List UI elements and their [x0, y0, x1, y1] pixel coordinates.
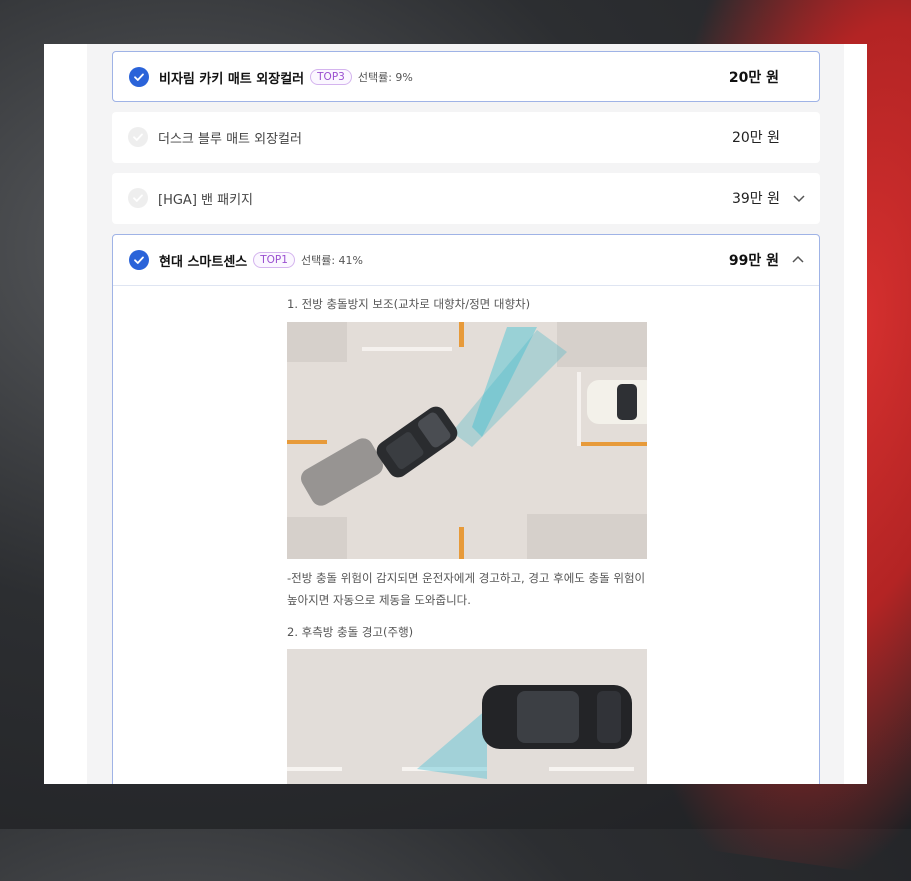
- option-item-dusk-blue[interactable]: 더스크 블루 매트 외장컬러 20만 원: [112, 112, 820, 163]
- selection-rate: 선택률: 41%: [300, 254, 363, 267]
- option-label: 현대 스마트센스 TOP1 선택률: 41%: [159, 251, 363, 270]
- forward-collision-illustration: [287, 322, 647, 559]
- option-name: [HGA] 밴 패키지: [158, 192, 253, 208]
- chevron-down-icon[interactable]: [792, 191, 806, 205]
- options-panel: 비자림 카키 매트 외장컬러 TOP3 선택률: 9% 20만 원 더스크 블루…: [87, 44, 844, 784]
- feature-title: 1. 전방 충돌방지 보조(교차로 대향차/정면 대향차): [287, 297, 531, 311]
- feature-description: -전방 충돌 위험이 감지되면 운전자에게 경고하고, 경고 후에도 충돌 위험…: [287, 571, 646, 607]
- option-price: 20만 원: [728, 70, 779, 86]
- option-label: 더스크 블루 매트 외장컬러: [158, 128, 302, 147]
- option-label: [HGA] 밴 패키지: [158, 189, 253, 208]
- chevron-up-icon[interactable]: [791, 253, 805, 267]
- top-badge: TOP3: [310, 69, 352, 85]
- option-item-hyundai-smartsense[interactable]: 현대 스마트센스 TOP1 선택률: 41% 99만 원 1. 전방 충돌방지 …: [112, 234, 820, 784]
- option-name: 비자림 카키 매트 외장컬러: [159, 71, 305, 87]
- feature-title: 2. 후측방 충돌 경고(주행): [287, 625, 414, 639]
- screenshot-frame: 비자림 카키 매트 외장컬러 TOP3 선택률: 9% 20만 원 더스크 블루…: [44, 44, 867, 784]
- checked-icon[interactable]: [129, 67, 149, 87]
- option-label: 비자림 카키 매트 외장컬러 TOP3 선택률: 9%: [159, 68, 413, 87]
- unchecked-icon[interactable]: [128, 188, 148, 208]
- option-name: 현대 스마트센스: [159, 254, 248, 270]
- divider: [113, 285, 819, 286]
- selection-rate: 선택률: 9%: [357, 71, 413, 84]
- rear-collision-illustration: [287, 649, 647, 784]
- option-price: 99만 원: [728, 253, 779, 269]
- option-name: 더스크 블루 매트 외장컬러: [158, 131, 302, 147]
- checked-icon[interactable]: [129, 250, 149, 270]
- top-badge: TOP1: [253, 252, 295, 268]
- option-price: 39만 원: [731, 191, 780, 207]
- option-item-visalim-khaki[interactable]: 비자림 카키 매트 외장컬러 TOP3 선택률: 9% 20만 원: [112, 51, 820, 102]
- option-price: 20만 원: [731, 130, 780, 146]
- unchecked-icon[interactable]: [128, 127, 148, 147]
- option-item-hga-van-package[interactable]: [HGA] 밴 패키지 39만 원: [112, 173, 820, 224]
